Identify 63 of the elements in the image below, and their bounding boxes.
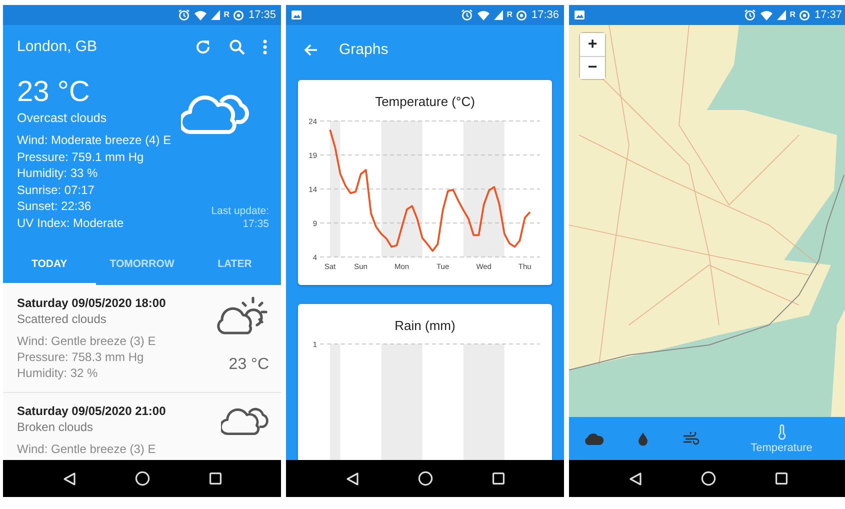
signal-icon (494, 10, 503, 20)
weather-detail: Sunset: 22:36 (17, 198, 92, 214)
tab[interactable]: TOMORROW (96, 247, 188, 285)
status-time: 17:37 (814, 8, 842, 23)
thermometer-icon (778, 424, 786, 440)
weather-detail: UV Index: Moderate (17, 214, 125, 231)
tab[interactable]: LATER (188, 247, 281, 285)
chart-title: Rain (mm) (394, 318, 456, 334)
forecast-time: Saturday 09/05/2020 21:00 (17, 403, 167, 419)
roaming-indicator: R (224, 9, 230, 21)
weather-detail: Pressure: 759.1 mm Hg (17, 148, 145, 165)
forecast-detail: Pressure: 758.3 mm Hg (17, 349, 145, 365)
home-icon[interactable] (418, 471, 432, 486)
forecast-detail: Wind: Gentle breeze (3) E (17, 441, 157, 457)
wifi-icon (476, 10, 490, 20)
wind-icon[interactable] (683, 432, 700, 446)
signal-icon (776, 10, 786, 20)
alarm-clock-icon (744, 9, 756, 21)
forecast-temperature: 23 °C (228, 355, 269, 375)
data-saver-icon (233, 10, 244, 20)
weather-detail: Sunrise: 07:17 (17, 182, 96, 198)
forecast-detail: Wind: Gentle breeze (3) E (17, 333, 157, 349)
recent-apps-icon[interactable] (492, 472, 504, 485)
signal-icon (210, 10, 220, 20)
tab[interactable]: TODAY (3, 247, 96, 285)
refresh-icon[interactable] (195, 39, 211, 55)
back-arrow-icon[interactable] (304, 44, 318, 56)
data-saver-icon (516, 10, 528, 20)
city-title: London, GB (17, 36, 98, 57)
wifi-icon (194, 10, 207, 20)
roaming-indicator: R (506, 9, 512, 21)
last-update-label: Last update: (211, 205, 269, 218)
alarm-clock-icon (460, 9, 473, 21)
home-icon[interactable] (134, 471, 150, 486)
screen-title: Graphs (339, 40, 388, 60)
partly-cloudy-icon (215, 295, 269, 337)
home-icon[interactable] (700, 471, 716, 486)
chart-title: Temperature (°C) (374, 94, 476, 110)
current-temperature: 23 °C (17, 75, 91, 109)
wifi-icon (760, 10, 773, 20)
drop-icon[interactable] (638, 432, 648, 446)
roaming-indicator: R (790, 9, 796, 21)
recent-apps-icon[interactable] (774, 472, 788, 485)
forecast-detail: Humidity: 32 % (17, 365, 99, 381)
data-saver-icon (799, 10, 810, 20)
weather-detail: Wind: Moderate breeze (4) E (17, 132, 172, 148)
status-time: 17:36 (531, 8, 559, 23)
last-update-time: 17:35 (242, 218, 269, 231)
search-icon[interactable] (229, 39, 245, 55)
weather-detail: Humidity: 33 % (17, 165, 99, 182)
weather-description: Overcast clouds (17, 110, 108, 127)
back-icon[interactable] (628, 472, 642, 486)
back-icon[interactable] (346, 472, 358, 486)
more-options-icon[interactable] (263, 39, 267, 55)
forecast-description: Broken clouds (17, 419, 94, 435)
recent-apps-icon[interactable] (208, 472, 222, 485)
alarm-clock-icon (178, 9, 190, 21)
back-icon[interactable] (62, 472, 76, 486)
forecast-description: Scattered clouds (17, 311, 108, 327)
forecast-time: Saturday 09/05/2020 18:00 (17, 295, 167, 311)
cloud-icon[interactable] (584, 432, 604, 444)
zoom-out-button[interactable]: − (580, 56, 605, 79)
status-time: 17:35 (248, 8, 276, 23)
